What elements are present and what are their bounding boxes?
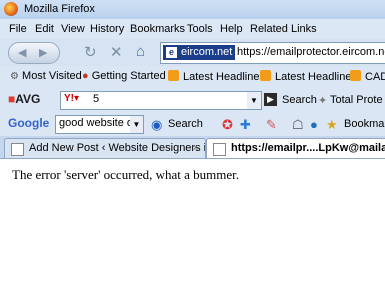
rss-icon [260, 70, 271, 81]
google-search-value: good website de [59, 117, 140, 129]
url-bar[interactable]: e eircom.net https://emailprotector.eirc… [160, 42, 385, 64]
getting-started-icon: ● [82, 70, 89, 82]
google-spellcheck-icon[interactable]: ✎ [266, 117, 277, 133]
avg-search-dropdown[interactable]: ▼ [247, 92, 261, 109]
google-logo-text: Google [8, 116, 50, 130]
url-text[interactable]: https://emailprotector.eircom.net/r [237, 46, 385, 58]
bookmark-most-visited[interactable]: ⚙ Most Visited [10, 70, 82, 82]
avg-logo-text: AVG [15, 92, 41, 106]
google-search-button[interactable]: Search [168, 118, 203, 130]
home-icon[interactable]: ⌂ [136, 43, 145, 60]
site-identity-badge[interactable]: e eircom.net [163, 45, 236, 60]
tab-close-icon[interactable]: × [193, 139, 199, 158]
bookmark-latest-headlines-2[interactable]: Latest Headlines [260, 70, 357, 83]
menu-view[interactable]: View [61, 23, 85, 35]
title-bar: Mozilla Firefox [0, 0, 385, 19]
tab-label: https://emailpr....LpKw@mailavas0 [231, 142, 385, 154]
page-favicon-icon [213, 143, 226, 156]
bookmark-label: Latest Headlines [183, 71, 265, 83]
avg-protection-label[interactable]: Total Prote [330, 94, 383, 106]
bookmark-label: CAD [365, 71, 385, 83]
bookmark-gear-icon: ⚙ [10, 71, 19, 82]
avg-toolbar: ■AVG Y!▾ 5 ▼ ▶ Search ✦ Total Prote [0, 88, 385, 112]
firefox-logo-icon [4, 2, 18, 16]
google-bookmarks-button[interactable]: Bookmar [344, 118, 385, 130]
site-identity-label: eircom.net [181, 46, 233, 58]
tab-email-protector[interactable]: https://emailpr....LpKw@mailavas0 [206, 138, 385, 158]
tab-strip: Add New Post ‹ Website Designers i... × … [0, 136, 385, 159]
google-search-dropdown[interactable]: ▼ [130, 116, 143, 133]
menu-help[interactable]: Help [220, 23, 243, 35]
avg-search-value: 5 [93, 93, 100, 105]
avg-search-button[interactable]: Search [282, 94, 317, 106]
menu-bar: File Edit View History Bookmarks Tools H… [0, 19, 385, 39]
google-toolbar: Google good website de ▼ ◉ Search ✪ ✚ ✎ … [0, 112, 385, 136]
window-title: Mozilla Firefox [24, 3, 95, 15]
avg-go-icon[interactable]: ▶ [264, 93, 277, 106]
google-share-icon[interactable]: ✪ [222, 117, 233, 133]
error-message: The error 'server' occurred, what a bumm… [12, 167, 240, 182]
bookmark-cad[interactable]: CAD [350, 70, 385, 83]
eircom-favicon-icon: e [166, 47, 177, 58]
reload-icon[interactable]: ↻ [84, 43, 97, 61]
stop-icon[interactable]: ✕ [110, 43, 123, 61]
rss-icon [350, 70, 361, 81]
back-forward-group: ◀ ▶ [8, 42, 60, 64]
page-content: The error 'server' occurred, what a bumm… [0, 159, 385, 301]
back-arrow-icon[interactable]: ◀ [18, 46, 26, 59]
avg-logo[interactable]: ■AVG [8, 92, 40, 106]
forward-arrow-icon[interactable]: ▶ [39, 46, 47, 59]
navigation-bar: ◀ ▶ ↻ ✕ ⌂ e eircom.net https://emailprot… [0, 39, 385, 66]
page-favicon-icon [11, 143, 24, 156]
yahoo-engine-icon[interactable]: Y!▾ [64, 93, 79, 104]
menu-related-links[interactable]: Related Links [250, 23, 317, 35]
menu-history[interactable]: History [90, 23, 124, 35]
bookmark-label: Latest Headlines [275, 71, 357, 83]
google-bookmarks-star-icon[interactable]: ★ [326, 117, 338, 133]
bookmark-label: Getting Started [91, 70, 166, 82]
avg-search-input[interactable]: Y!▾ 5 ▼ [60, 91, 262, 110]
menu-bookmarks[interactable]: Bookmarks [130, 23, 185, 35]
google-search-input[interactable]: good website de ▼ [55, 115, 144, 134]
google-translate-icon[interactable]: ☖ [292, 117, 304, 133]
bookmark-label: Most Visited [22, 70, 82, 82]
tab-add-new-post[interactable]: Add New Post ‹ Website Designers i... × [4, 138, 206, 158]
google-logo[interactable]: Google [8, 116, 49, 130]
menu-tools[interactable]: Tools [187, 23, 213, 35]
google-globe-icon[interactable]: ● [310, 117, 318, 132]
bookmark-getting-started[interactable]: ● Getting Started [82, 70, 166, 82]
menu-edit[interactable]: Edit [35, 23, 54, 35]
menu-file[interactable]: File [9, 23, 27, 35]
bookmark-latest-headlines-1[interactable]: Latest Headlines [168, 70, 265, 83]
google-search-icon[interactable]: ◉ [151, 117, 162, 133]
rss-icon [168, 70, 179, 81]
google-plus-icon[interactable]: ✚ [240, 117, 251, 133]
avg-protection-icon: ✦ [318, 95, 328, 107]
bookmarks-toolbar: ⚙ Most Visited ● Getting Started Latest … [0, 66, 385, 88]
tab-label: Add New Post ‹ Website Designers i... [29, 142, 206, 154]
